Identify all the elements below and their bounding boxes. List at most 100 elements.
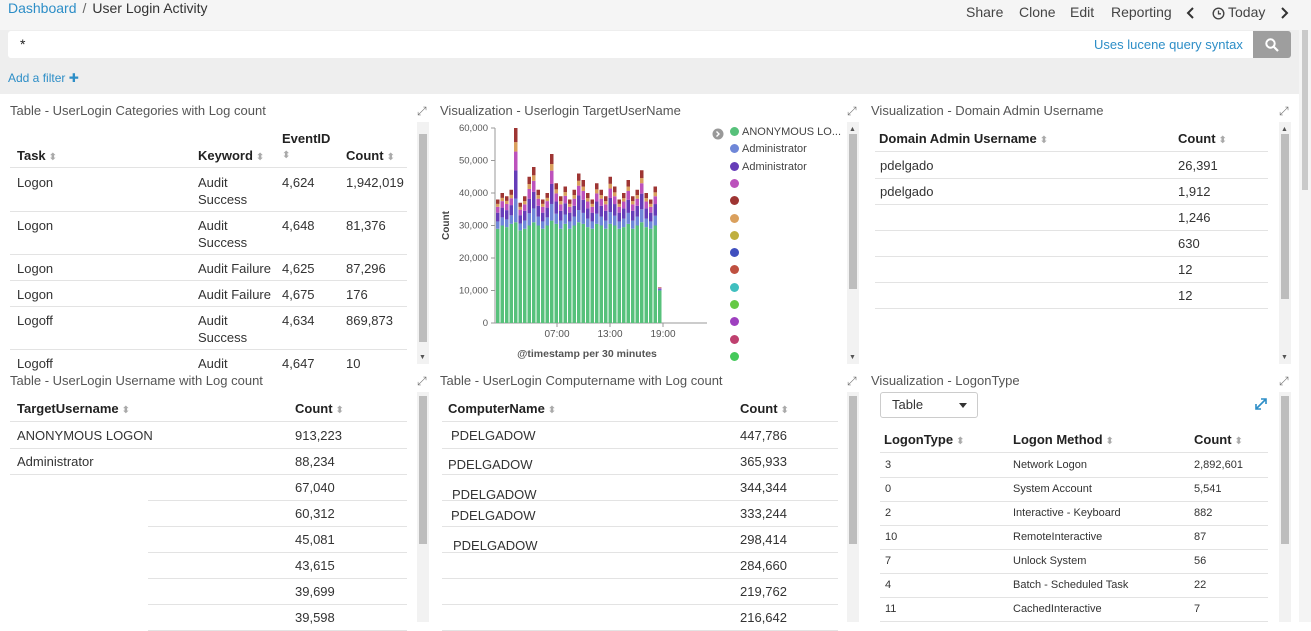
legend-item[interactable]: Administrator <box>730 161 807 173</box>
column-header-count[interactable]: Count⬍ <box>295 401 344 416</box>
bar-segment <box>505 219 509 227</box>
column-header-count[interactable]: Count⬍ <box>1178 131 1227 146</box>
view-mode-select[interactable]: Table <box>880 392 978 418</box>
search-input[interactable] <box>8 31 1253 58</box>
legend-toggle-icon[interactable] <box>712 128 724 140</box>
search-icon <box>1265 38 1279 52</box>
panel-scrollbar[interactable] <box>417 392 429 622</box>
cell-username: Administrator <box>17 453 94 470</box>
row-divider <box>442 448 838 449</box>
scroll-up-icon[interactable]: ▲ <box>1281 126 1288 133</box>
column-header-eventid[interactable]: EventID⬍ <box>282 131 330 161</box>
legend-item[interactable] <box>730 230 742 242</box>
legend-item[interactable] <box>730 178 742 190</box>
cell-username: pdelgado <box>880 157 934 174</box>
bar-segment <box>555 189 559 193</box>
legend-item[interactable] <box>730 264 742 276</box>
legend-item[interactable] <box>730 316 742 328</box>
column-header-keyword[interactable]: Keyword⬍ <box>198 148 264 163</box>
bar-segment <box>537 199 541 206</box>
legend-item[interactable]: ANONYMOUS LO... <box>730 126 841 138</box>
lucene-syntax-link[interactable]: Uses lucene query syntax <box>1094 37 1243 52</box>
bar-segment <box>613 196 617 204</box>
scroll-down-icon[interactable]: ▼ <box>1281 354 1288 361</box>
scroll-down-icon[interactable]: ▼ <box>419 354 426 361</box>
chevron-left-icon[interactable] <box>1185 6 1195 20</box>
bar-segment <box>510 224 514 323</box>
reporting-button[interactable]: Reporting <box>1111 4 1172 20</box>
expand-panel-icon[interactable]: ⤢ <box>1279 374 1289 389</box>
column-header-domain-admin-username[interactable]: Domain Admin Username⬍ <box>879 131 1048 146</box>
cell-count: 1,912 <box>1178 183 1211 200</box>
row-divider <box>10 448 407 449</box>
clone-button[interactable]: Clone <box>1019 4 1056 20</box>
legend-item[interactable] <box>730 247 742 259</box>
bar-segment <box>528 213 532 225</box>
add-filter-button[interactable]: Add a filter ✚ <box>8 71 79 85</box>
cell-count: 12 <box>1178 287 1192 304</box>
legend-item[interactable] <box>730 299 742 311</box>
bar-segment <box>636 199 640 206</box>
edit-button[interactable]: Edit <box>1070 4 1094 20</box>
legend-color-dot <box>730 283 739 292</box>
breadcrumb-dashboard-link[interactable]: Dashboard <box>8 0 77 16</box>
cell-count: 10 <box>346 355 360 372</box>
legend-item[interactable] <box>730 282 742 294</box>
panel-scrollbar[interactable] <box>417 122 429 364</box>
column-header-logon-method[interactable]: Logon Method⬍ <box>1013 432 1114 447</box>
time-picker-button[interactable]: Today <box>1228 4 1265 20</box>
bar-segment <box>640 194 644 210</box>
legend-color-dot <box>730 127 739 136</box>
bar-segment <box>613 187 617 193</box>
bar-segment <box>649 213 653 222</box>
expand-panel-icon[interactable]: ⤢ <box>417 374 427 389</box>
legend-item[interactable] <box>730 213 742 225</box>
share-button[interactable]: Share <box>966 4 1003 20</box>
panel-scrollbar[interactable] <box>847 122 859 364</box>
bar-segment <box>600 217 604 226</box>
row-divider <box>442 474 838 475</box>
expand-panel-icon[interactable]: ⤢ <box>847 374 857 389</box>
cell-keyword: Audit <box>198 355 228 372</box>
bar-segment <box>636 217 640 226</box>
column-header-task[interactable]: Task⬍ <box>17 148 57 163</box>
cell-logontype: 2 <box>885 505 891 522</box>
legend-color-dot <box>730 248 739 257</box>
row-divider <box>148 604 407 605</box>
page-scrollbar[interactable] <box>1299 30 1311 622</box>
panel-scrollbar[interactable] <box>847 392 859 622</box>
bar-segment <box>546 198 550 201</box>
scroll-down-icon[interactable]: ▼ <box>849 354 856 361</box>
cell-logon-method: Unlock System <box>1013 553 1086 570</box>
legend-color-dot <box>730 335 739 344</box>
legend-item[interactable] <box>730 351 742 363</box>
column-header-count[interactable]: Count⬍ <box>740 401 789 416</box>
cell-computername: PDELGADOW <box>448 456 533 473</box>
bar-segment <box>604 201 608 204</box>
bar-segment <box>613 192 617 196</box>
search-button[interactable] <box>1253 31 1291 58</box>
column-header-count[interactable]: Count⬍ <box>1194 432 1243 447</box>
column-header-logontype[interactable]: LogonType⬍ <box>884 432 964 447</box>
expand-panel-icon[interactable]: ⤢ <box>1279 104 1289 119</box>
column-header-computername[interactable]: ComputerName⬍ <box>448 401 556 416</box>
panel-title: Table - UserLogin Computername with Log … <box>440 373 723 388</box>
panel-scrollbar[interactable] <box>1279 392 1291 622</box>
bar-segment <box>645 219 649 228</box>
bar-segment <box>600 195 604 199</box>
bar-segment <box>627 187 631 191</box>
panel-title: Visualization - Domain Admin Username <box>871 103 1103 118</box>
scroll-up-icon[interactable]: ▲ <box>849 126 856 133</box>
panel-scrollbar[interactable] <box>1279 122 1291 364</box>
expand-panel-icon[interactable]: ⤢ <box>847 104 857 119</box>
column-header-count[interactable]: Count⬍ <box>346 148 395 163</box>
bar-segment <box>532 222 536 323</box>
column-header-targetusername[interactable]: TargetUsername⬍ <box>17 401 130 416</box>
maximize-icon[interactable] <box>1254 397 1268 411</box>
legend-item[interactable] <box>730 195 742 207</box>
legend-item[interactable] <box>730 334 742 346</box>
chevron-right-icon[interactable] <box>1280 6 1290 20</box>
bar-segment <box>501 208 505 218</box>
legend-item[interactable]: Administrator <box>730 143 807 155</box>
expand-panel-icon[interactable]: ⤢ <box>417 104 427 119</box>
